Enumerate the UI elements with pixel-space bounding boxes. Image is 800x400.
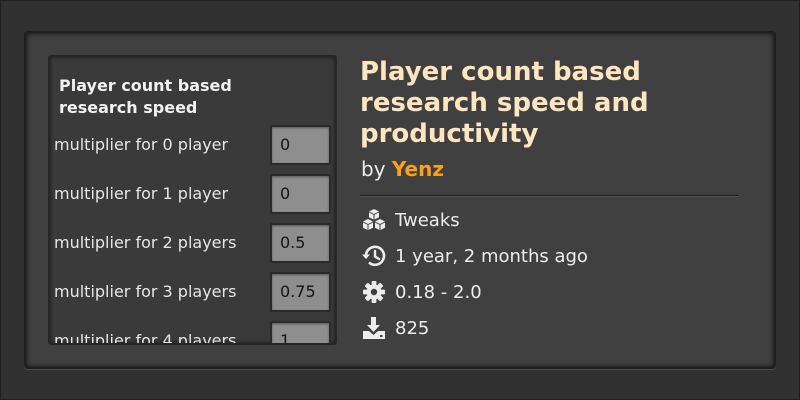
setting-value-box: 0 [270,174,331,214]
setting-row: multiplier for 0 player 0 [50,125,335,167]
setting-label: multiplier for 0 player [54,135,229,154]
setting-label: multiplier for 1 player [54,184,229,203]
setting-label: multiplier for 3 players [54,282,237,301]
setting-value-box: 0.75 [270,272,331,312]
divider [360,195,738,197]
by-prefix: by [361,157,386,181]
setting-row: multiplier for 4 players 1 [50,321,335,345]
setting-label: multiplier for 2 players [54,233,237,252]
setting-value-box: 0.5 [270,223,331,263]
setting-row: multiplier for 2 players 0.5 [50,223,335,265]
byline: by Yenz [361,156,444,182]
history-icon [361,244,387,268]
mod-thumbnail: Player count based research speed multip… [48,55,337,345]
thumbnail-title: Player count based research speed [59,76,232,117]
downloads-count: 825 [395,317,430,339]
downloads-row: 825 [361,314,429,342]
boxes-icon [361,208,387,232]
download-icon [361,316,387,340]
mod-title[interactable]: Player count based research speed and pr… [360,57,740,150]
setting-label: multiplier for 4 players [54,331,237,345]
category-label[interactable]: Tweaks [395,210,460,231]
category-row: Tweaks [361,206,460,234]
versions-label: 0.18 - 2.0 [395,281,482,303]
author-link[interactable]: Yenz [392,157,444,181]
setting-row: multiplier for 1 player 0 [50,174,335,216]
updated-row: 1 year, 2 months ago [361,242,588,270]
setting-value-box: 0 [270,125,331,165]
versions-row: 0.18 - 2.0 [361,278,482,306]
setting-value-box: 1 [270,321,331,343]
setting-row: multiplier for 3 players 0.75 [50,272,335,314]
updated-label: 1 year, 2 months ago [395,245,588,267]
gear-icon [361,280,387,304]
